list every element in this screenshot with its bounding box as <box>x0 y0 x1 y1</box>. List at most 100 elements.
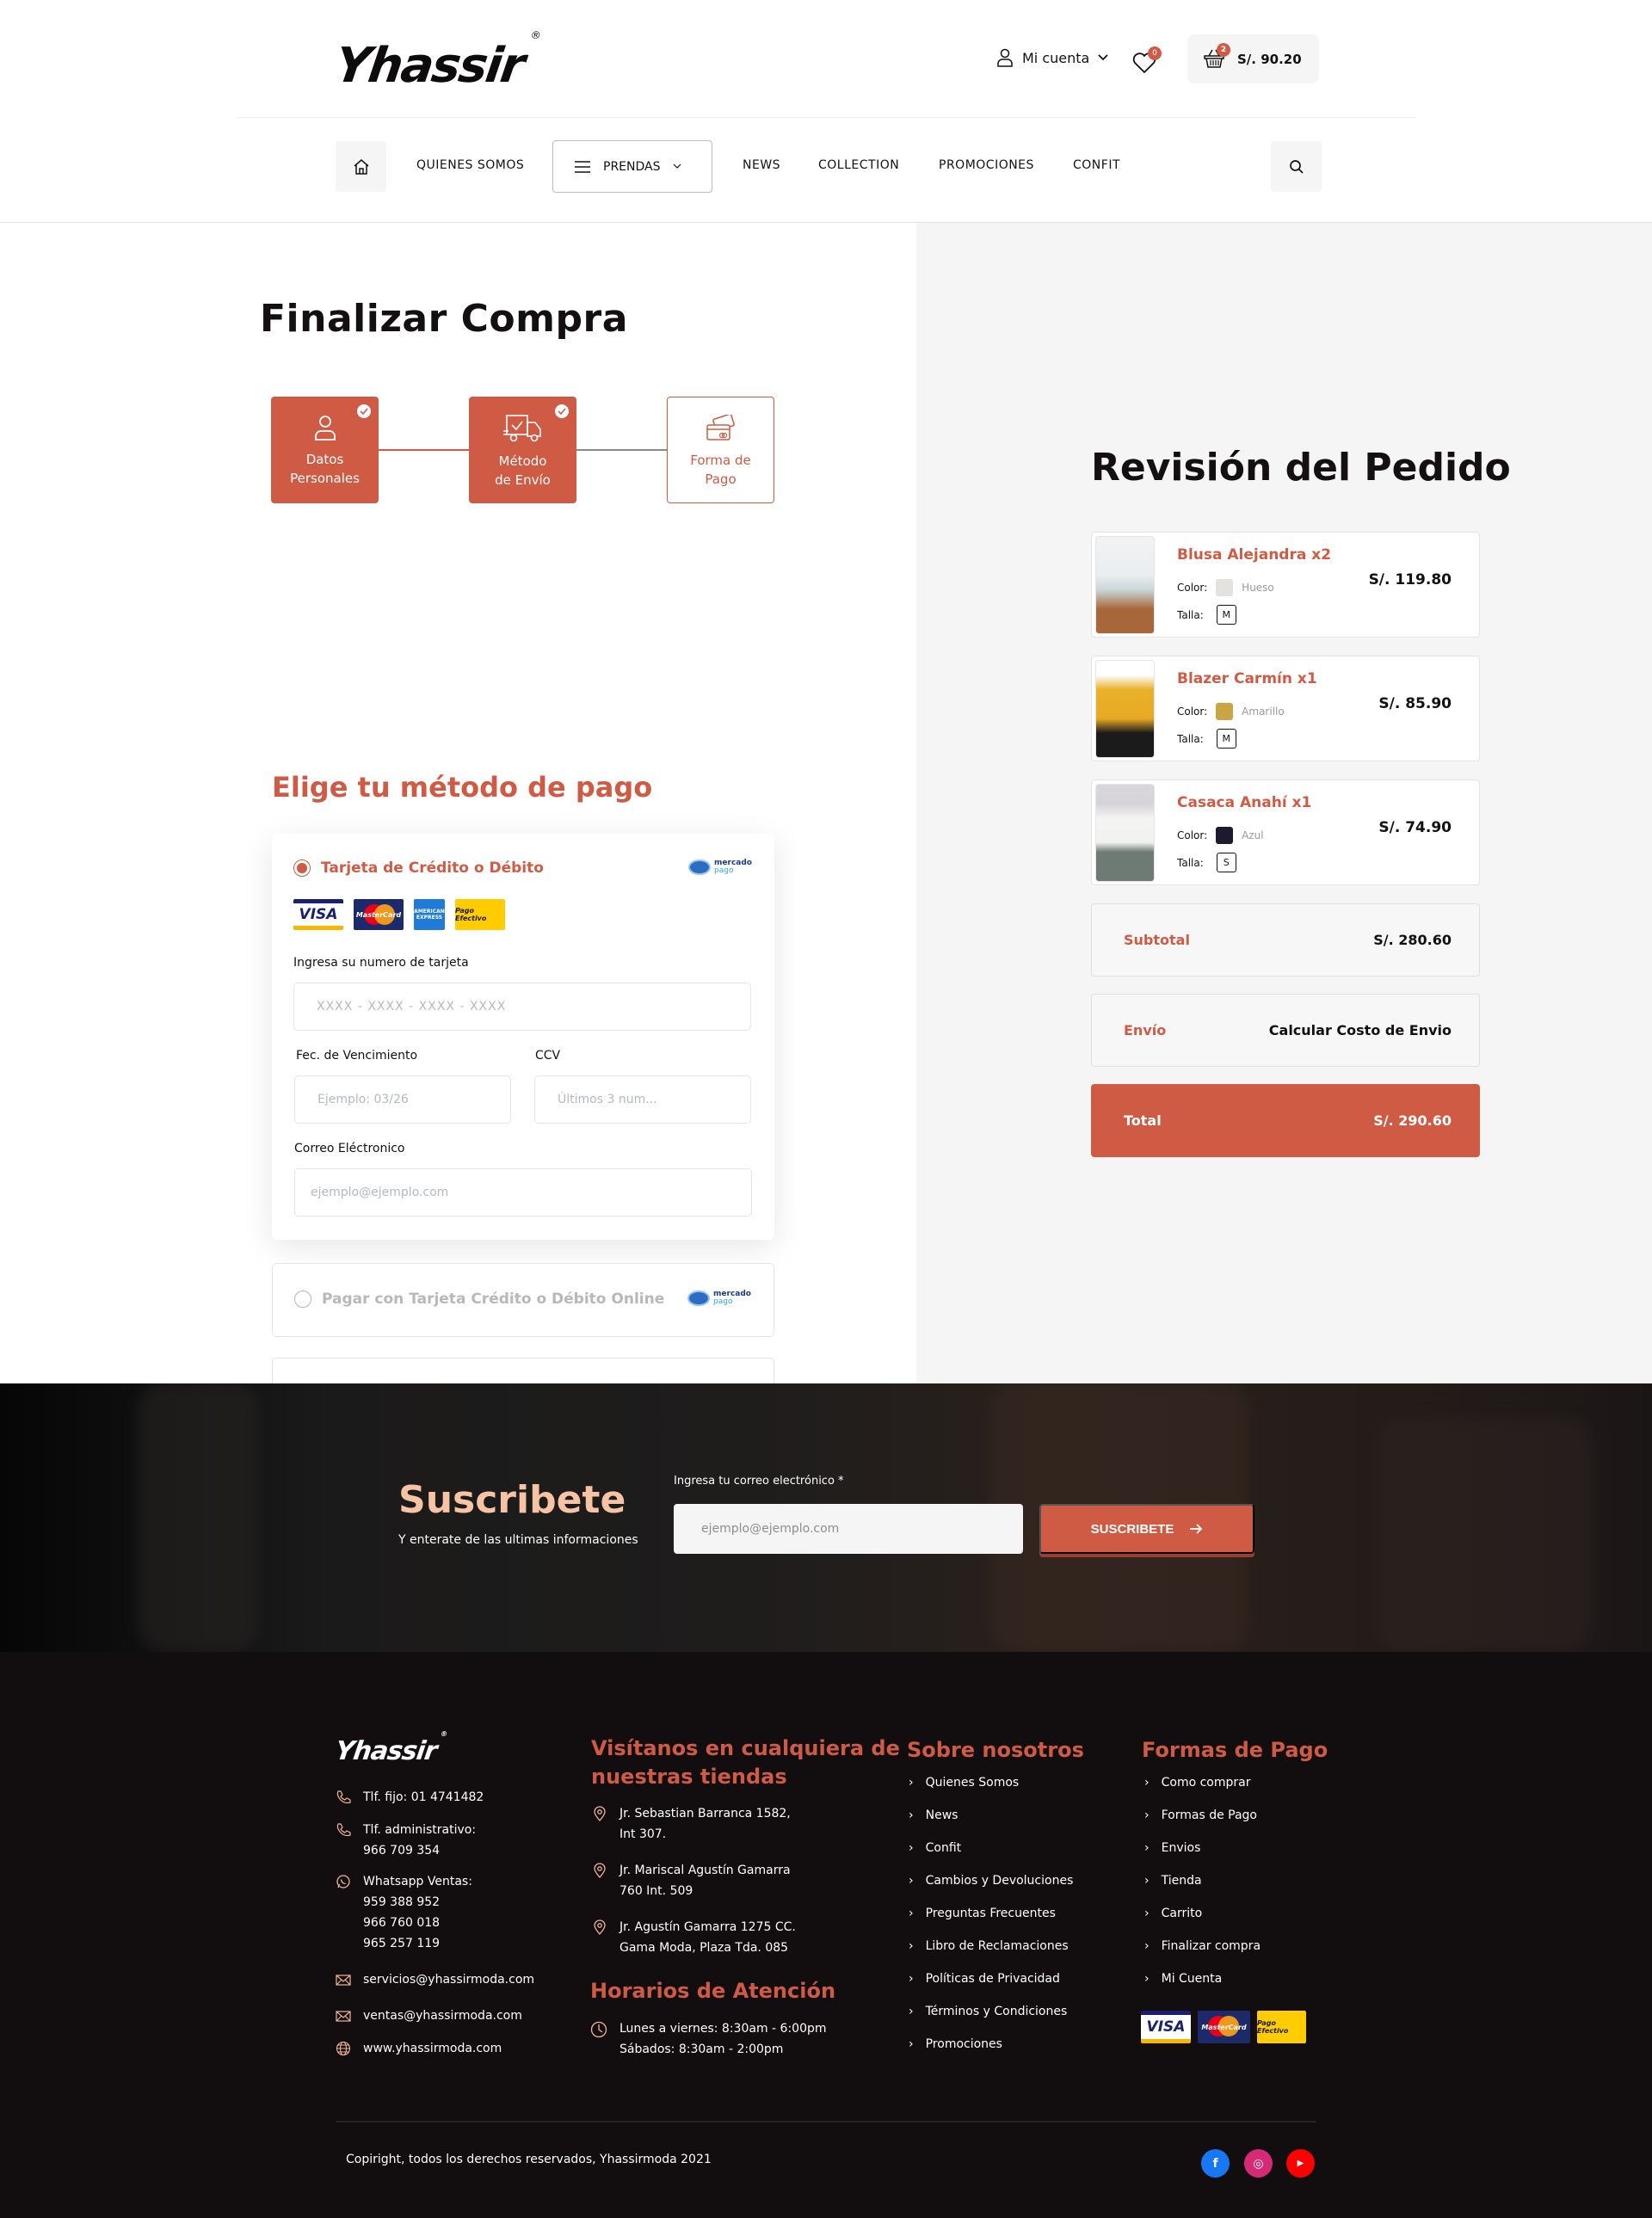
wishlist-button[interactable]: 0 <box>1132 46 1162 74</box>
store-address: Jr. Sebastian Barranca 1582, Int 307. <box>592 1803 791 1845</box>
home-button[interactable] <box>336 141 386 192</box>
copyright-text: Copiright, todos los derechos reservados… <box>346 2153 712 2166</box>
product-name: Casaca Anahí x1 <box>1177 794 1312 811</box>
shipping-value[interactable]: Calcular Costo de Envio <box>1269 1022 1452 1038</box>
radio-unselected[interactable] <box>294 1291 311 1308</box>
payment-option-card-selected: Tarjeta de Crédito o Débito mercado pago … <box>272 834 774 1240</box>
size-badge: S <box>1216 853 1236 872</box>
about-title: Sobre nosotros <box>907 1738 1084 1762</box>
checkout-stepper: Datos Personales Método de Envío Forma de P… <box>271 397 774 503</box>
footer-link[interactable]: › Finalizar compra <box>1144 1939 1261 1953</box>
payment-option-card-radio[interactable]: Tarjeta de Crédito o Débito <box>293 859 544 877</box>
product-size: Talla: S <box>1177 853 1236 872</box>
newsletter-subtitle: Y enterate de las ultimas informaciones <box>398 1533 638 1547</box>
footer-link[interactable]: › Preguntas Frecuentes <box>909 1907 1056 1920</box>
subtotal-value: S/. 280.60 <box>1373 932 1452 948</box>
background-decor <box>1377 1418 1592 1652</box>
step-metodo-envio[interactable]: Método de Envío <box>469 397 576 503</box>
store-address-text: Jr. Sebastian Barranca 1582, Int 307. <box>620 1807 791 1841</box>
product-image <box>1095 536 1155 634</box>
step-label-line: Método <box>498 453 547 469</box>
footer-link[interactable]: › Quienes Somos <box>909 1776 1019 1790</box>
nav-quienes-somos[interactable]: QUIENES SOMOS <box>416 158 524 172</box>
nav-news[interactable]: NEWS <box>743 158 780 172</box>
footer-link-label: Preguntas Frecuentes <box>925 1907 1056 1920</box>
subscribe-button[interactable]: SUSCRIBETE <box>1039 1504 1254 1554</box>
size-label: Talla: <box>1177 732 1204 745</box>
newsletter-email-input[interactable]: ejemplo@ejemplo.com <box>674 1504 1023 1554</box>
nav-prendas-dropdown[interactable]: PRENDAS <box>552 140 712 193</box>
chevron-right-icon: › <box>909 1939 914 1953</box>
facebook-icon[interactable]: f <box>1201 2149 1230 2178</box>
ccv-input[interactable]: Últimos 3 num... <box>534 1075 751 1124</box>
footer-link[interactable]: › Tienda <box>1144 1874 1202 1888</box>
expiry-input[interactable]: Ejemplo: 03/26 <box>294 1075 511 1124</box>
handshake-icon <box>688 859 712 875</box>
footer-link[interactable]: › Libro de Reclamaciones <box>909 1939 1069 1953</box>
payment-forms-title: Formas de Pago <box>1142 1738 1328 1762</box>
footer-link-label: Políticas de Privacidad <box>925 1972 1060 1986</box>
footer-link[interactable]: › Promociones <box>909 2037 1002 2051</box>
footer-link[interactable]: › Confit <box>909 1841 961 1855</box>
cart-button[interactable]: 2 S/. 90.20 <box>1187 34 1319 83</box>
check-icon <box>555 404 569 418</box>
footer-link[interactable]: › Carrito <box>1144 1907 1202 1920</box>
checkout-main: Finalizar Compra Datos Personales Método d… <box>0 223 1652 1519</box>
step-label: Datos Personales <box>290 450 360 488</box>
footer-link[interactable]: › Términos y Condiciones <box>909 2005 1067 2018</box>
nav-promociones[interactable]: PROMOCIONES <box>939 158 1034 172</box>
payment-option-online[interactable]: Pagar con Tarjeta Crédito o Débito Onlin… <box>272 1263 774 1337</box>
store-address-text: Jr. Agustín Gamarra 1275 CC. Gama Moda, P… <box>620 1920 796 1955</box>
order-item: Blazer Carmín x1 Color: Amarillo Talla: M … <box>1091 656 1480 761</box>
product-name: Blazer Carmín x1 <box>1177 670 1317 687</box>
chevron-right-icon: › <box>1144 1907 1150 1920</box>
nav-confit[interactable]: CONFIT <box>1073 158 1120 172</box>
payment-method-title: Elige tu método de pago <box>272 771 653 804</box>
product-price: S/. 119.80 <box>1368 571 1452 588</box>
globe-icon <box>336 2041 351 2056</box>
instagram-icon[interactable]: ◎ <box>1244 2149 1273 2178</box>
contact-email-servicios[interactable]: servicios@yhassirmoda.com <box>336 1969 534 1990</box>
step-datos-personales[interactable]: Datos Personales <box>271 397 379 503</box>
brand-logo[interactable]: Yhassir® <box>331 29 539 94</box>
home-icon <box>354 158 368 175</box>
wishlist-count-badge: 0 <box>1148 46 1162 60</box>
contact-website[interactable]: www.yhassirmoda.com <box>336 2038 502 2059</box>
footer-link-label: Carrito <box>1161 1907 1203 1920</box>
step-label-line: Personales <box>290 471 360 486</box>
youtube-icon[interactable]: ▶ <box>1286 2149 1315 2178</box>
footer-link[interactable]: › Como comprar <box>1144 1776 1250 1790</box>
nav-collection[interactable]: COLLECTION <box>818 158 899 172</box>
footer-logo[interactable]: Yhassir® <box>334 1730 447 1766</box>
cart-count-badge: 2 <box>1217 42 1230 57</box>
step-connector <box>379 449 469 451</box>
footer-link-label: Confit <box>925 1841 962 1855</box>
order-item: Casaca Anahí x1 Color: Azul Talla: S S/. 7… <box>1091 779 1480 885</box>
footer-link[interactable]: › Políticas de Privacidad <box>909 1972 1060 1986</box>
radio-selected[interactable] <box>293 859 311 877</box>
contact-email-ventas[interactable]: ventas@yhassirmoda.com <box>336 2005 522 2026</box>
payment-option-online-radio[interactable]: Pagar con Tarjeta Crédito o Débito Onlin… <box>294 1291 664 1308</box>
opening-hours: Lunes a viernes: 8:30am - 6:00pm Sábados:… <box>590 2018 827 2060</box>
size-label: Talla: <box>1177 608 1204 621</box>
footer-link[interactable]: › Cambios y Devoluciones <box>909 1874 1073 1888</box>
footer-link[interactable]: › Formas de Pago <box>1144 1808 1257 1822</box>
chevron-right-icon: › <box>1144 1841 1150 1855</box>
location-pin-icon <box>594 1806 606 1821</box>
footer-link[interactable]: › News <box>909 1808 958 1822</box>
color-label: Color: <box>1177 705 1208 718</box>
footer-link[interactable]: › Envios <box>1144 1841 1200 1855</box>
contact-admin: Tlf. administrativo: 966 709 354 <box>336 1820 476 1861</box>
handshake-icon <box>687 1291 711 1306</box>
footer-link[interactable]: › Mi Cuenta <box>1144 1972 1222 1986</box>
contact-whatsapp: Whatsapp Ventas: 959 388 952 966 760 018 96… <box>336 1871 472 1954</box>
account-menu[interactable]: Mi cuenta <box>996 48 1108 67</box>
newsletter-email-label: Ingresa tu correo electrónico * <box>674 1475 844 1488</box>
email-input[interactable]: ejemplo@ejemplo.com <box>294 1168 752 1217</box>
card-number-input[interactable]: XXXX - XXXX - XXXX - XXXX <box>293 983 751 1031</box>
search-button[interactable] <box>1271 141 1322 192</box>
mail-icon <box>336 2011 351 2022</box>
phone-icon <box>336 1823 351 1837</box>
footer-link-label: News <box>925 1808 959 1822</box>
step-forma-pago[interactable]: Forma de Pago <box>667 397 774 503</box>
